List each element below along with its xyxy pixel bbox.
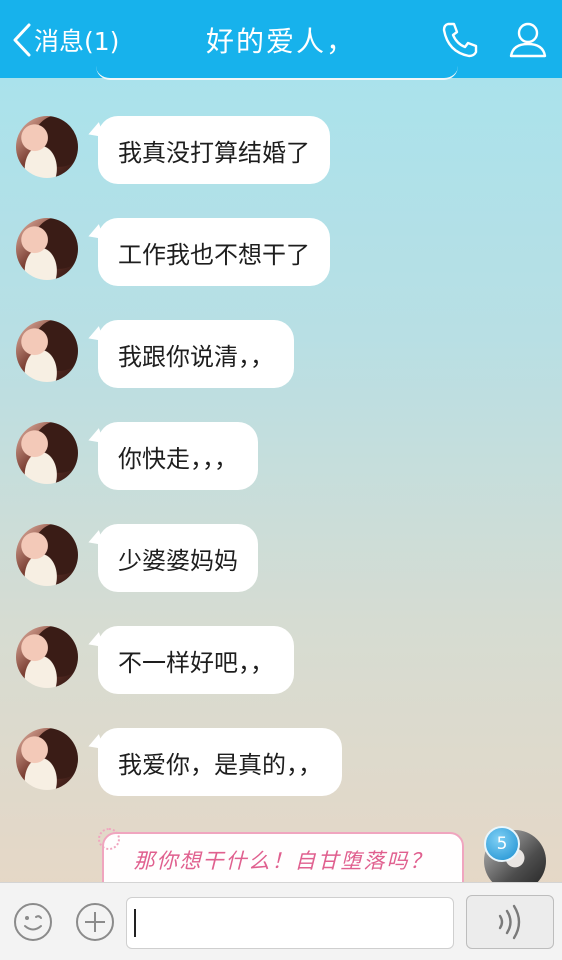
message-row: 我真没打算结婚了 [16,116,536,186]
contact-avatar[interactable] [16,524,78,586]
person-icon [509,22,547,58]
message-bubble[interactable]: 工作我也不想干了 [98,218,330,286]
my-message-text: 那你想干什么！自甘堕落吗？ [133,849,433,873]
message-input[interactable] [126,897,454,949]
voice-button[interactable] [466,895,554,949]
contact-avatar[interactable] [16,728,78,790]
level-badge: 5 [484,826,520,862]
plus-icon [85,912,105,932]
message-bubble[interactable]: 少婆婆妈妈 [98,524,258,592]
message-bubble[interactable]: 我跟你说清，， [98,320,294,388]
back-button[interactable]: 消息(1) [12,20,119,60]
plus-button[interactable] [76,903,114,941]
contact-avatar[interactable] [16,626,78,688]
call-button[interactable] [438,18,482,62]
contact-avatar[interactable] [16,320,78,382]
text-caret [134,909,136,937]
message-row: 我爱你，是真的，， [16,728,536,798]
message-bubble[interactable]: 我真没打算结婚了 [98,116,330,184]
message-row: 你快走，，， [16,422,536,492]
chevron-left-icon [13,23,31,57]
input-bar [0,882,562,960]
message-row: 不一样好吧，， [16,626,536,696]
message-bubble[interactable]: 我爱你，是真的，， [98,728,342,796]
message-row: 少婆婆妈妈 [16,524,536,594]
message-row: 工作我也不想干了 [16,218,536,288]
contact-avatar[interactable] [16,422,78,484]
bubble-decoration [98,828,120,850]
emoji-icon [24,915,42,931]
back-label: 消息(1) [34,27,120,56]
message-bubble[interactable]: 你快走，，， [98,422,258,490]
my-message-bubble[interactable]: 那你想干什么！自甘堕落吗？ [98,828,464,888]
message-row: 我跟你说清，， [16,320,536,390]
contact-avatar[interactable] [16,116,78,178]
phone-icon [442,22,478,58]
voice-wave-icon [498,904,521,940]
emoji-button[interactable] [14,903,52,941]
profile-button[interactable] [506,18,550,62]
contact-avatar[interactable] [16,218,78,280]
message-bubble[interactable]: 不一样好吧，， [98,626,294,694]
previous-message-edge [96,62,458,80]
